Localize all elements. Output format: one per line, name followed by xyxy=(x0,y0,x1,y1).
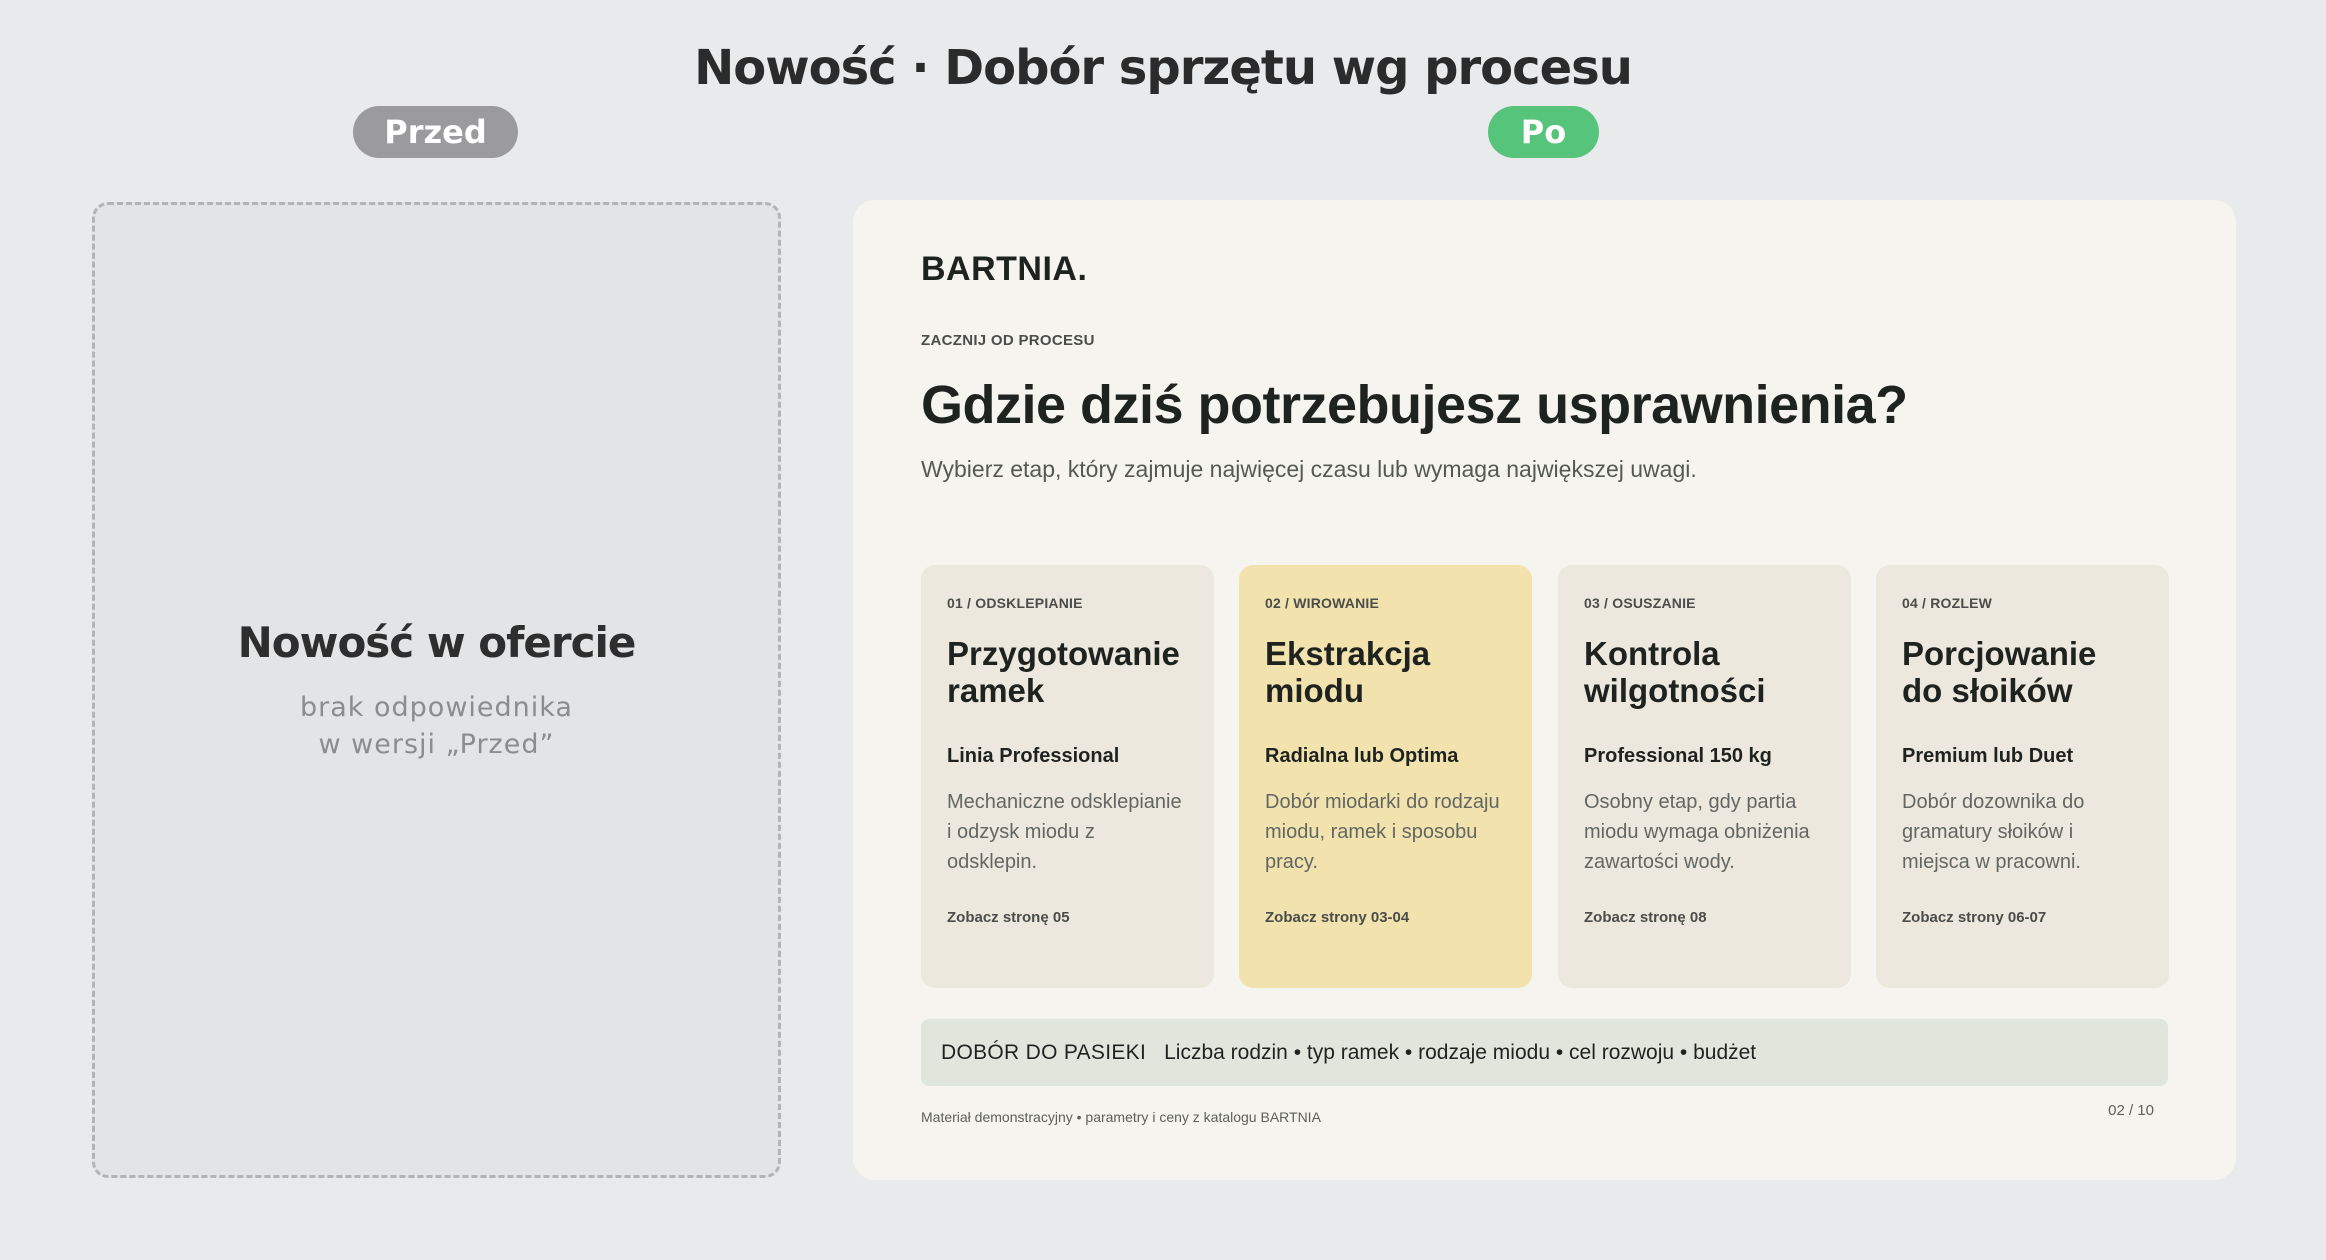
card-step-label: 02 / WIROWANIE xyxy=(1265,595,1380,611)
section-eyebrow: ZACZNIJ OD PROCESU xyxy=(921,332,1095,349)
card-step-label: 01 / ODSKLEPIANIE xyxy=(947,595,1083,611)
card-step-label: 04 / ROZLEW xyxy=(1902,595,1993,611)
before-label-badge: Przed xyxy=(353,106,518,158)
headline: Gdzie dziś potrzebujesz usprawnienia? xyxy=(921,375,1908,435)
card-step-label: 03 / OSUSZANIE xyxy=(1584,595,1696,611)
page-number: 02 / 10 xyxy=(2108,1102,2154,1119)
before-panel-subtitle: brak odpowiednika w wersji „Przed” xyxy=(300,691,573,760)
card-model: Professional 150 kg xyxy=(1584,745,1772,767)
before-panel-title: Nowość w ofercie xyxy=(237,617,637,667)
card-page-link[interactable]: Zobacz strony 06-07 xyxy=(1902,909,2143,926)
before-panel: Nowość w ofercie brak odpowiednika w wer… xyxy=(92,202,781,1178)
card-page-link[interactable]: Zobacz stronę 08 xyxy=(1584,909,1825,926)
card-description: Dobór miodarki do rodzaju miodu, ramek i… xyxy=(1265,791,1500,873)
after-panel: BARTNIA. ZACZNIJ OD PROCESU Gdzie dziś p… xyxy=(853,200,2236,1180)
lead-text: Wybierz etap, który zajmuje najwięcej cz… xyxy=(921,456,1697,482)
card-description: Dobór dozownika do gramatury słoików i m… xyxy=(1902,791,2085,873)
card-page-link[interactable]: Zobacz stronę 05 xyxy=(947,909,1188,926)
after-label-badge: Po xyxy=(1488,106,1599,158)
card-model: Premium lub Duet xyxy=(1902,745,2074,767)
process-card-osuszanie[interactable]: 03 / OSUSZANIE Kontrola wilgotności Prof… xyxy=(1558,565,1851,988)
info-bar-label: DOBÓR DO PASIEKI xyxy=(941,1040,1147,1064)
card-title: Ekstrakcja miodu xyxy=(1265,635,1431,709)
card-model: Radialna lub Optima xyxy=(1265,745,1459,767)
card-title: Porcjowanie do słoików xyxy=(1902,635,2097,709)
process-card-wirowanie[interactable]: 02 / WIROWANIE Ekstrakcja miodu Radialna… xyxy=(1239,565,1532,988)
footer-note: Materiał demonstracyjny • parametry i ce… xyxy=(921,1109,1321,1125)
card-description: Mechaniczne odsklepianie i odzysk miodu … xyxy=(947,791,1182,873)
process-cards: 01 / ODSKLEPIANIE Przygotowanie ramek Li… xyxy=(921,565,2169,988)
brand-logo: BARTNIA. xyxy=(921,250,1088,288)
card-page-link[interactable]: Zobacz strony 03-04 xyxy=(1265,909,1506,926)
card-model: Linia Professional xyxy=(947,745,1120,767)
process-card-odsklepianie[interactable]: 01 / ODSKLEPIANIE Przygotowanie ramek Li… xyxy=(921,565,1214,988)
process-card-rozlew[interactable]: 04 / ROZLEW Porcjowanie do słoików Premi… xyxy=(1876,565,2169,988)
selection-info-bar: DOBÓR DO PASIEKI Liczba rodzin • typ ram… xyxy=(921,1019,2168,1086)
page-title: Nowość · Dobór sprzętu wg procesu xyxy=(694,40,1633,96)
info-bar-criteria: Liczba rodzin • typ ramek • rodzaje miod… xyxy=(1164,1040,1757,1064)
card-description: Osobny etap, gdy partia miodu wymaga obn… xyxy=(1584,791,1810,873)
card-title: Przygotowanie ramek xyxy=(947,635,1180,709)
card-title: Kontrola wilgotności xyxy=(1584,635,1766,709)
